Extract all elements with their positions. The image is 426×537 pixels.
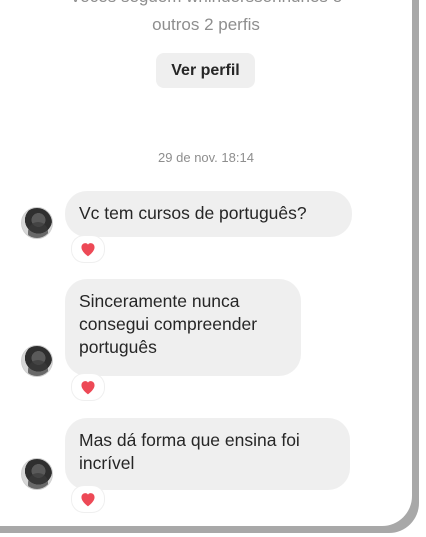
reaction-badge[interactable] xyxy=(72,374,104,400)
message-bubble[interactable]: Mas dá forma que ensina foi incrível xyxy=(65,418,350,490)
heart-icon xyxy=(81,493,95,507)
avatar[interactable] xyxy=(21,458,53,490)
mutual-followers-text: Vocês seguem whindersson­nunes e xyxy=(0,0,412,8)
message-text: Vc tem cursos de português? xyxy=(79,203,307,223)
message-text: Sinceramente nunca consegui compreender … xyxy=(79,291,258,357)
chat-panel: Vocês seguem whindersson­nunes e outros … xyxy=(0,0,412,526)
message-bubble[interactable]: Vc tem cursos de português? xyxy=(65,191,352,237)
reaction-badge[interactable] xyxy=(72,236,104,262)
avatar[interactable] xyxy=(21,207,53,239)
mutual-followers-text-cont: outros 2 perfis xyxy=(152,15,260,34)
heart-icon xyxy=(81,381,95,395)
message-timestamp: 29 de nov. 18:14 xyxy=(158,150,254,165)
reaction-badge[interactable] xyxy=(72,486,104,512)
avatar[interactable] xyxy=(21,345,53,377)
message-text: Mas dá forma que ensina foi incrível xyxy=(79,430,300,473)
heart-icon xyxy=(81,243,95,257)
message-bubble[interactable]: Sinceramente nunca consegui compreender … xyxy=(65,279,301,376)
view-profile-button[interactable]: Ver perfil xyxy=(156,53,255,88)
